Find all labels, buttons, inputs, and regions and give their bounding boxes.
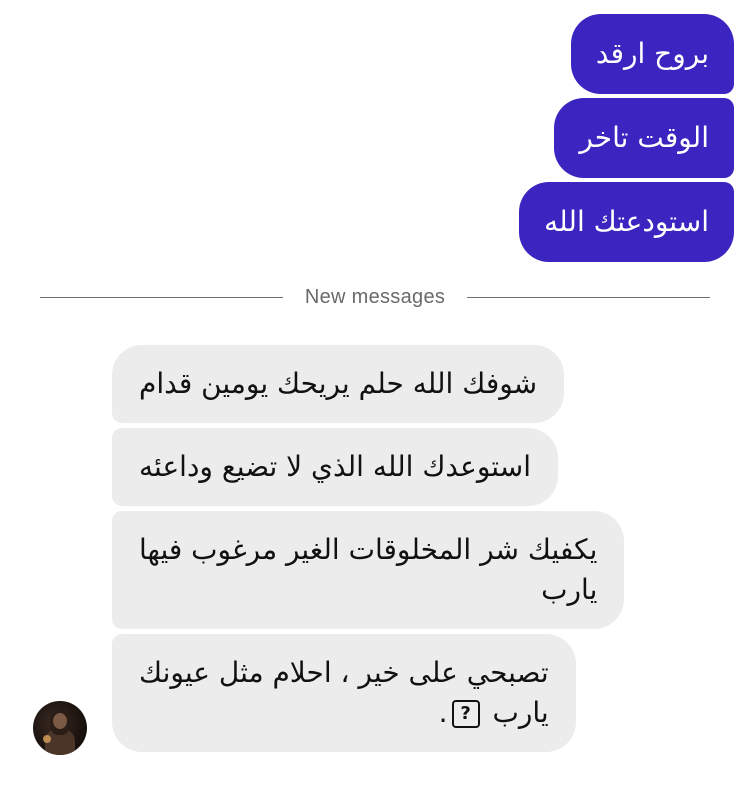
incoming-message-group: شوفك الله حلم يريحك يومين قدام استوعدك ا… bbox=[112, 345, 625, 752]
message-text: شوفك الله حلم يريحك يومين قدام bbox=[139, 367, 538, 400]
message-text-row: يارب ?. bbox=[139, 693, 549, 733]
new-messages-divider: New messages bbox=[40, 282, 711, 312]
outgoing-message-bubble[interactable]: استودعتك الله bbox=[519, 182, 734, 262]
outgoing-message-group: بروح ارقد الوقت تاخر استودعتك الله bbox=[519, 14, 734, 262]
incoming-message-bubble[interactable]: يكفيك شر المخلوقات الغير مرغوب فيها يارب bbox=[112, 511, 625, 629]
message-text: استودعتك الله bbox=[544, 205, 709, 238]
message-text: يارب bbox=[541, 573, 598, 606]
incoming-message-bubble[interactable]: استوعدك الله الذي لا تضيع وداعئه bbox=[112, 428, 558, 506]
outgoing-message-bubble[interactable]: بروح ارقد bbox=[570, 14, 734, 94]
divider-line-left bbox=[40, 296, 283, 298]
message-trailing-punctuation: . bbox=[438, 696, 448, 729]
outgoing-message-bubble[interactable]: الوقت تاخر bbox=[554, 98, 734, 178]
incoming-message-bubble[interactable]: تصبحي على خير ، احلام مثل عيونك يارب ?. bbox=[112, 634, 576, 752]
message-text: الوقت تاخر bbox=[579, 121, 709, 154]
divider-line-right bbox=[467, 296, 711, 298]
message-text: استوعدك الله الذي لا تضيع وداعئه bbox=[139, 450, 531, 483]
question-mark-emoji-icon: ? bbox=[451, 700, 480, 728]
message-text: بروح ارقد bbox=[595, 37, 709, 70]
message-text: يكفيك شر المخلوقات الغير مرغوب فيها bbox=[139, 533, 598, 566]
avatar-figure-face bbox=[53, 713, 67, 729]
chat-thread: بروح ارقد الوقت تاخر استودعتك الله New m… bbox=[0, 0, 749, 794]
message-text: يارب bbox=[492, 696, 549, 729]
new-messages-label: New messages bbox=[304, 285, 446, 308]
incoming-message-bubble[interactable]: شوفك الله حلم يريحك يومين قدام bbox=[112, 345, 565, 423]
message-text: تصبحي على خير ، احلام مثل عيونك bbox=[139, 656, 549, 689]
sender-avatar[interactable] bbox=[33, 701, 87, 755]
avatar-light-spot bbox=[43, 735, 51, 743]
